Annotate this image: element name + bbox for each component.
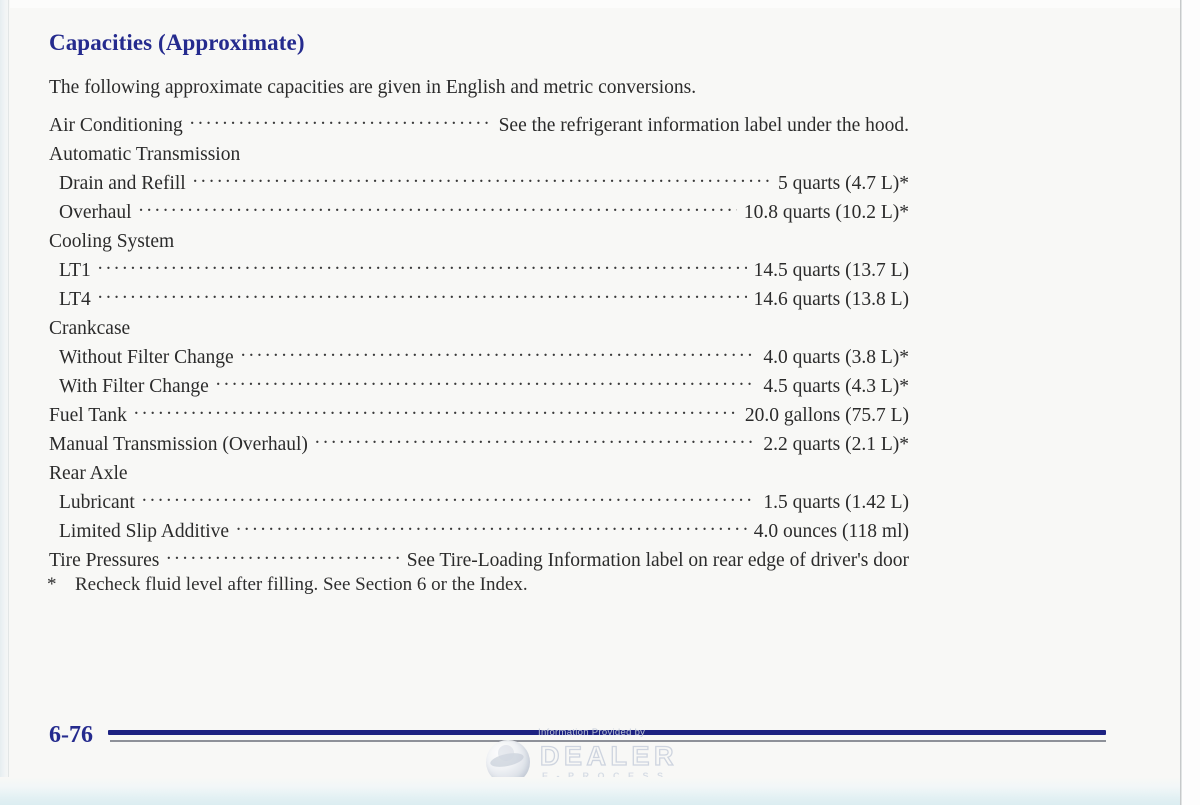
capacity-value: 14.5 quarts (13.7 L)	[753, 260, 909, 281]
dot-leader	[236, 518, 747, 537]
capacity-label: Overhaul	[59, 202, 132, 223]
capacity-label: Automatic Transmission	[49, 144, 241, 165]
capacity-label: Crankcase	[49, 318, 131, 339]
capacity-label: Fuel Tank	[49, 405, 127, 426]
capacity-row: Fuel Tank 20.0 gallons (75.7 L)	[49, 402, 909, 431]
capacity-row: Rear Axle	[49, 460, 909, 489]
capacity-label: With Filter Change	[59, 376, 209, 397]
capacity-row: With Filter Change 4.5 quarts (4.3 L)*	[49, 373, 909, 402]
capacity-value: See the refrigerant information label un…	[498, 115, 909, 136]
capacity-value: 20.0 gallons (75.7 L)	[744, 405, 909, 426]
page-right-margin	[1182, 0, 1200, 805]
capacity-label: Lubricant	[59, 492, 135, 513]
dot-leader	[130, 315, 909, 334]
capacity-footnote-marker: *	[899, 347, 909, 368]
capacity-footnote-marker: *	[899, 202, 909, 223]
capacity-value: See Tire-Loading Information label on re…	[406, 550, 909, 571]
capacity-row: Tire Pressures See Tire-Loading Informati…	[49, 547, 909, 576]
dot-leader	[240, 141, 909, 160]
capacity-row: Drain and Refill 5 quarts (4.7 L)*	[49, 170, 909, 199]
capacity-row: Crankcase	[49, 315, 909, 344]
footnote-marker: *	[47, 574, 57, 595]
capacity-label: Cooling System	[49, 231, 175, 252]
dot-leader	[315, 431, 756, 450]
capacity-footnote-marker: *	[899, 173, 909, 194]
capacity-row: Overhaul 10.8 quarts (10.2 L)*	[49, 199, 909, 228]
capacities-list: Air Conditioning See the refrigerant info…	[49, 112, 909, 576]
capacity-label: LT4	[59, 289, 91, 310]
watermark-brand-text: DEALER	[539, 740, 679, 771]
dot-leader	[193, 170, 771, 189]
capacity-label: Without Filter Change	[59, 347, 234, 368]
capacity-label: LT1	[59, 260, 91, 281]
capacity-footnote-marker: *	[899, 376, 909, 397]
intro-paragraph: The following approximate capacities are…	[49, 77, 697, 98]
dot-leader	[166, 547, 399, 566]
capacity-value: 5 quarts (4.7 L)	[777, 173, 900, 194]
capacity-row: Without Filter Change 4.0 quarts (3.8 L)*	[49, 344, 909, 373]
capacity-row: Air Conditioning See the refrigerant info…	[49, 112, 909, 141]
page-content: Capacities (Approximate) The following a…	[0, 0, 1200, 805]
dot-leader	[174, 228, 909, 247]
page-number: 6-76	[49, 722, 93, 748]
capacity-value: 1.5 quarts (1.42 L)	[763, 492, 909, 513]
page-bottom-edge	[0, 777, 1200, 805]
capacity-value: 14.6 quarts (13.8 L)	[753, 289, 909, 310]
dot-leader	[98, 286, 747, 305]
capacity-row: Manual Transmission (Overhaul) 2.2 quarts…	[49, 431, 909, 460]
dot-leader	[98, 257, 747, 276]
dot-leader	[142, 489, 757, 508]
capacity-footnote-marker: *	[899, 434, 909, 455]
capacity-label: Air Conditioning	[49, 115, 183, 136]
capacity-row: Cooling System	[49, 228, 909, 257]
capacity-value: 10.8 quarts (10.2 L)	[743, 202, 900, 223]
capacity-row: LT1 14.5 quarts (13.7 L)	[49, 257, 909, 286]
capacity-label: Limited Slip Additive	[59, 521, 230, 542]
dot-leader	[216, 373, 757, 392]
capacity-label: Manual Transmission (Overhaul)	[49, 434, 308, 455]
capacity-row: LT4 14.6 quarts (13.8 L)	[49, 286, 909, 315]
capacity-value: 4.0 quarts (3.8 L)	[763, 347, 900, 368]
capacity-label: Rear Axle	[49, 463, 128, 484]
dot-leader	[128, 460, 909, 479]
capacity-row: Limited Slip Additive 4.0 ounces (118 ml)	[49, 518, 909, 547]
capacity-value: 4.5 quarts (4.3 L)	[763, 376, 900, 397]
footnote: * Recheck fluid level after filling. See …	[47, 574, 528, 596]
dot-leader	[139, 199, 737, 218]
page-title: Capacities (Approximate)	[49, 30, 305, 55]
capacity-label: Drain and Refill	[59, 173, 186, 194]
capacity-label: Tire Pressures	[49, 550, 160, 571]
dot-leader	[134, 402, 738, 421]
dot-leader	[241, 344, 757, 363]
capacity-row: Automatic Transmission	[49, 141, 909, 170]
capacity-row: Lubricant 1.5 quarts (1.42 L)	[49, 489, 909, 518]
dot-leader	[190, 112, 492, 131]
watermark-provided-by-text: Information Provided by	[538, 727, 646, 738]
capacity-value: 4.0 ounces (118 ml)	[753, 521, 909, 542]
footnote-text: Recheck fluid level after filling. See S…	[75, 574, 528, 595]
capacity-value: 2.2 quarts (2.1 L)	[763, 434, 900, 455]
scanned-page: Capacities (Approximate) The following a…	[0, 0, 1200, 805]
